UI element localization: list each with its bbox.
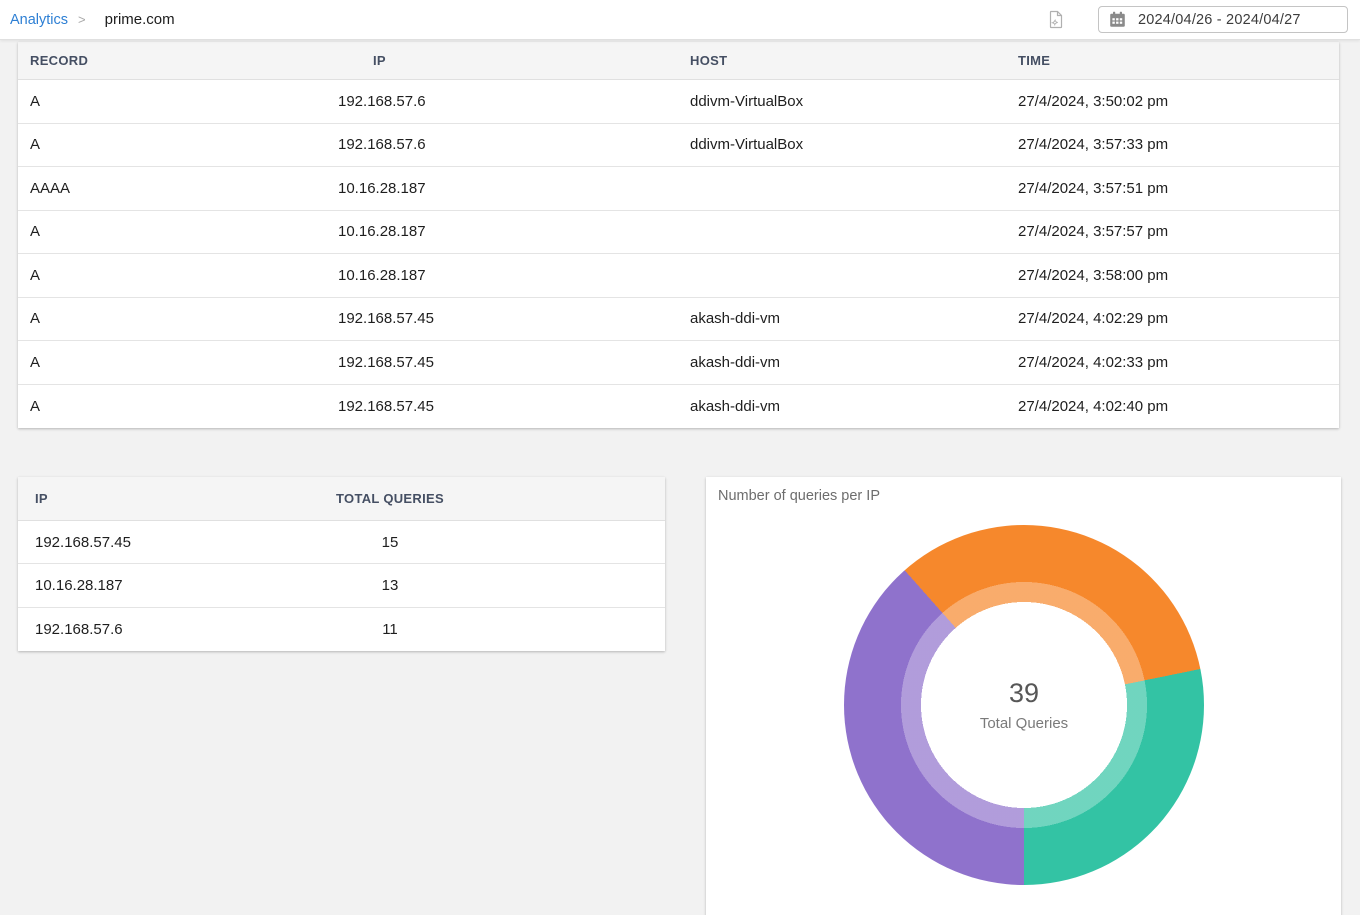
- record-ip: 10.16.28.187: [328, 254, 658, 297]
- record-type: A: [18, 254, 328, 297]
- record-time: 27/4/2024, 3:58:00 pm: [988, 254, 1339, 297]
- column-header-host: HOST: [658, 42, 988, 79]
- queries-table-header: IP TOTAL QUERIES: [18, 477, 665, 521]
- record-time: 27/4/2024, 3:57:51 pm: [988, 167, 1339, 210]
- record-host: akash-ddi-vm: [658, 298, 988, 341]
- record-time: 27/4/2024, 4:02:40 pm: [988, 385, 1339, 429]
- column-header-time: TIME: [988, 42, 1339, 79]
- record-ip: 192.168.57.6: [328, 124, 658, 167]
- record-time: 27/4/2024, 3:57:57 pm: [988, 211, 1339, 254]
- query-ip: 10.16.28.187: [18, 564, 318, 606]
- record-row: A 192.168.57.45 akash-ddi-vm 27/4/2024, …: [18, 298, 1339, 342]
- column-header-record: RECORD: [18, 42, 328, 79]
- date-range-picker[interactable]: 2024/04/26 - 2024/04/27: [1098, 6, 1348, 33]
- record-host: [658, 211, 988, 254]
- queries-per-ip-chart-card: Number of queries per IP 39 Total Querie…: [706, 477, 1341, 915]
- queries-per-ip-table: IP TOTAL QUERIES 192.168.57.45 15 10.16.…: [18, 477, 665, 651]
- breadcrumb-analytics-link[interactable]: Analytics: [10, 12, 68, 28]
- record-host: [658, 167, 988, 210]
- record-type: A: [18, 298, 328, 341]
- record-row: AAAA 10.16.28.187 27/4/2024, 3:57:51 pm: [18, 167, 1339, 211]
- query-ip: 192.168.57.6: [18, 608, 318, 651]
- record-host: akash-ddi-vm: [658, 341, 988, 384]
- breadcrumb: Analytics > prime.com: [10, 11, 175, 28]
- record-time: 27/4/2024, 3:57:33 pm: [988, 124, 1339, 167]
- record-row: A 192.168.57.6 ddivm-VirtualBox 27/4/202…: [18, 80, 1339, 124]
- calendar-icon: [1109, 11, 1126, 28]
- record-row: A 192.168.57.45 akash-ddi-vm 27/4/2024, …: [18, 385, 1339, 429]
- record-host: [658, 254, 988, 297]
- query-total: 13: [318, 564, 462, 606]
- export-pdf-icon[interactable]: [1048, 10, 1064, 29]
- record-time: 27/4/2024, 4:02:33 pm: [988, 341, 1339, 384]
- record-host: ddivm-VirtualBox: [658, 80, 988, 123]
- record-ip: 10.16.28.187: [328, 167, 658, 210]
- record-row: A 10.16.28.187 27/4/2024, 3:58:00 pm: [18, 254, 1339, 298]
- record-ip: 10.16.28.187: [328, 211, 658, 254]
- record-type: AAAA: [18, 167, 328, 210]
- breadcrumb-current-domain: prime.com: [105, 11, 175, 28]
- query-total: 11: [318, 608, 462, 651]
- dns-records-table: RECORD IP HOST TIME A 192.168.57.6 ddivm…: [18, 42, 1339, 428]
- breadcrumb-separator: >: [78, 12, 86, 27]
- topbar-actions: 2024/04/26 - 2024/04/27: [1048, 6, 1348, 33]
- query-count-row: 10.16.28.187 13: [18, 564, 665, 607]
- column-header-total-queries: TOTAL QUERIES: [318, 477, 462, 520]
- record-row: A 192.168.57.6 ddivm-VirtualBox 27/4/202…: [18, 124, 1339, 168]
- record-type: A: [18, 385, 328, 429]
- record-ip: 192.168.57.6: [328, 80, 658, 123]
- record-type: A: [18, 80, 328, 123]
- record-type: A: [18, 124, 328, 167]
- record-time: 27/4/2024, 3:50:02 pm: [988, 80, 1339, 123]
- record-row: A 10.16.28.187 27/4/2024, 3:57:57 pm: [18, 211, 1339, 255]
- date-range-value: 2024/04/26 - 2024/04/27: [1138, 12, 1301, 28]
- record-ip: 192.168.57.45: [328, 298, 658, 341]
- record-type: A: [18, 211, 328, 254]
- query-count-row: 192.168.57.45 15: [18, 521, 665, 564]
- record-ip: 192.168.57.45: [328, 385, 658, 429]
- records-table-header: RECORD IP HOST TIME: [18, 42, 1339, 80]
- column-header-ip: IP: [18, 477, 318, 520]
- record-host: akash-ddi-vm: [658, 385, 988, 429]
- query-count-row: 192.168.57.6 11: [18, 608, 665, 651]
- column-header-ip: IP: [328, 42, 658, 79]
- record-ip: 192.168.57.45: [328, 341, 658, 384]
- record-row: A 192.168.57.45 akash-ddi-vm 27/4/2024, …: [18, 341, 1339, 385]
- topbar: Analytics > prime.com 2024/04/26 -: [0, 0, 1360, 40]
- record-type: A: [18, 341, 328, 384]
- query-total: 15: [318, 521, 462, 563]
- record-host: ddivm-VirtualBox: [658, 124, 988, 167]
- donut-chart[interactable]: [844, 525, 1204, 885]
- query-ip: 192.168.57.45: [18, 521, 318, 563]
- record-time: 27/4/2024, 4:02:29 pm: [988, 298, 1339, 341]
- chart-title: Number of queries per IP: [718, 488, 880, 504]
